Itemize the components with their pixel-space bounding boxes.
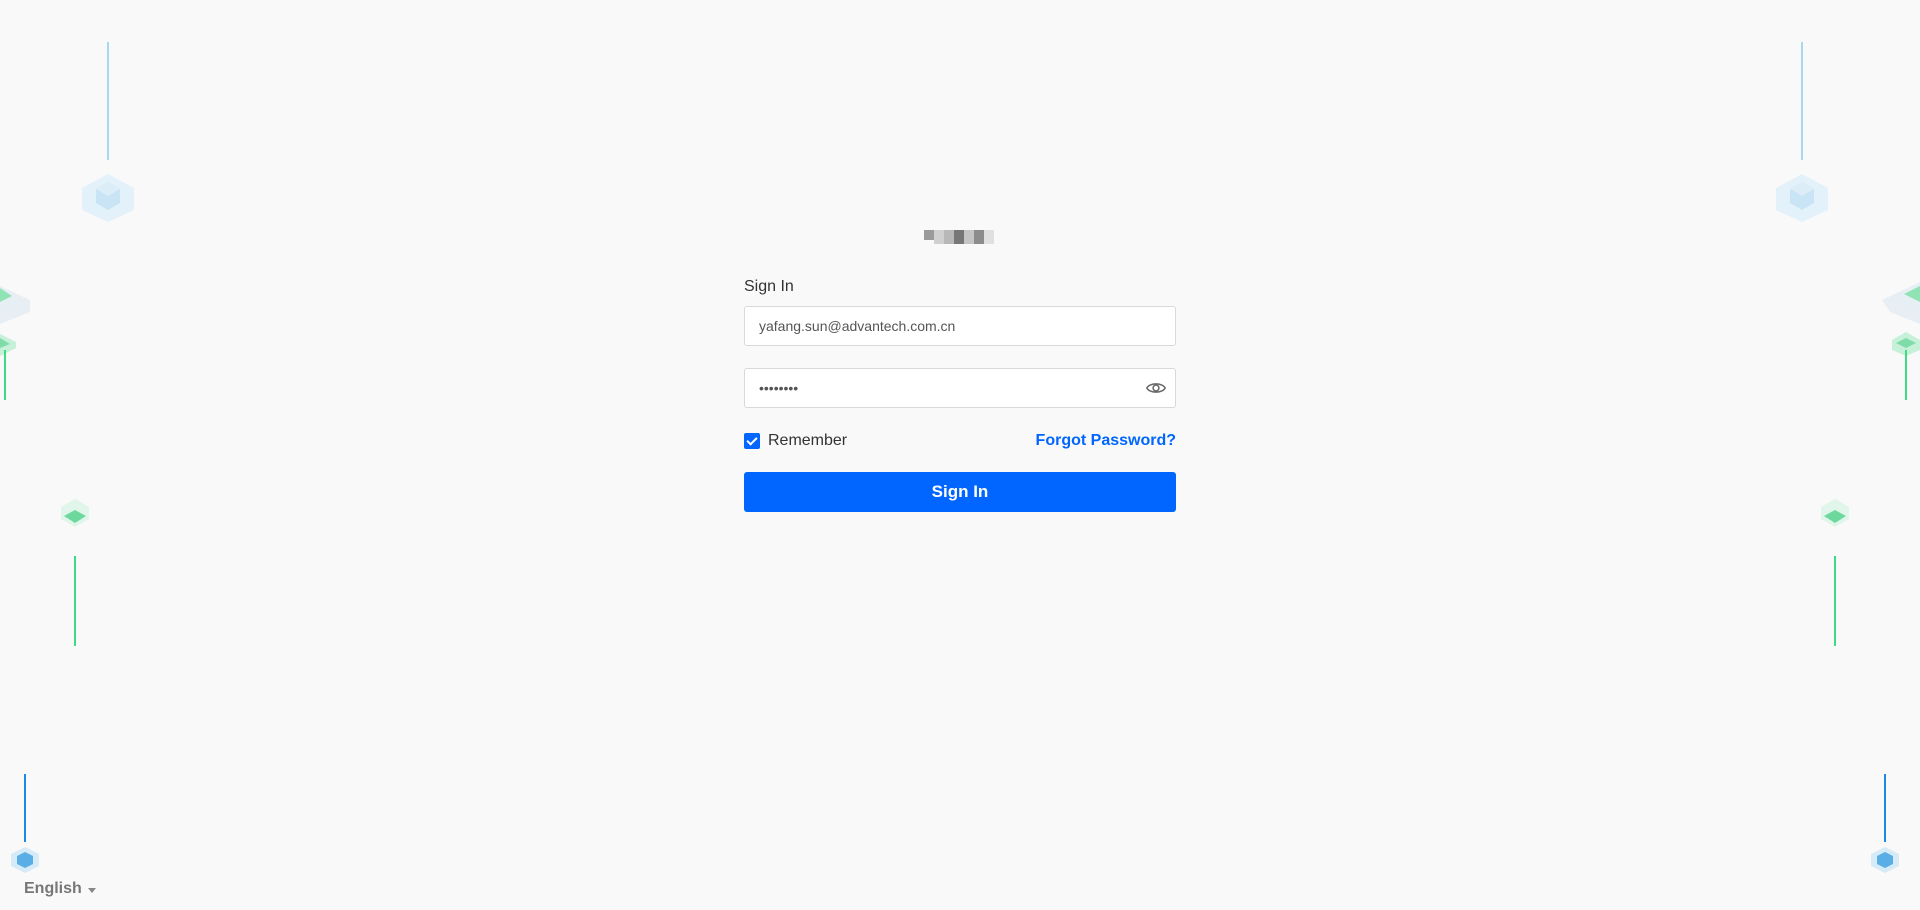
cube-icon xyxy=(1821,499,1849,527)
cube-icon xyxy=(11,847,39,873)
checkbox-checked-icon[interactable] xyxy=(744,433,760,449)
caret-down-icon xyxy=(87,887,96,893)
cube-icon xyxy=(1871,847,1899,873)
email-field[interactable]: yafang.sun@advantech.com.cn xyxy=(744,306,1176,346)
brand-logo xyxy=(918,224,1000,250)
password-field[interactable]: •••••••• xyxy=(744,368,1176,408)
signin-form: Sign In yafang.sun@advantech.com.cn ••••… xyxy=(744,272,1176,512)
signin-button[interactable]: Sign In xyxy=(744,472,1176,512)
cube-icon xyxy=(1776,174,1828,222)
page-title: Sign In xyxy=(744,278,794,295)
language-label: English xyxy=(24,880,82,897)
decor-line xyxy=(24,774,26,842)
cube-icon xyxy=(61,499,89,527)
decor-line xyxy=(1905,350,1907,400)
decor-line xyxy=(74,556,76,646)
options-row: Remember Forgot Password? xyxy=(744,430,1176,452)
decor-line xyxy=(4,350,6,400)
eye-icon[interactable] xyxy=(1145,378,1167,398)
decor-line xyxy=(1834,556,1836,646)
decor-line xyxy=(1884,774,1886,842)
remember-label: Remember xyxy=(768,432,848,449)
decor-line xyxy=(107,42,109,160)
decor-line xyxy=(1801,42,1803,160)
email-value: yafang.sun@advantech.com.cn xyxy=(759,318,956,334)
language-selector[interactable]: English xyxy=(24,880,96,898)
forgot-password-link[interactable]: Forgot Password? xyxy=(1036,432,1176,450)
cube-icon xyxy=(1892,332,1920,356)
cube-icon xyxy=(0,334,16,356)
cube-icon xyxy=(1882,282,1920,324)
cube-icon xyxy=(82,174,134,222)
remember-checkbox[interactable]: Remember xyxy=(744,432,847,450)
cube-icon xyxy=(0,286,30,324)
password-value: •••••••• xyxy=(759,380,799,396)
